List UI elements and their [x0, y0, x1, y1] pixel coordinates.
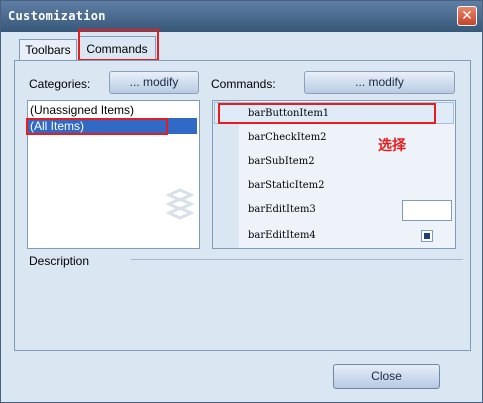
edit-item-checkbox[interactable] — [421, 230, 433, 242]
categories-label: Categories: — [29, 77, 91, 91]
tab-toolbars[interactable]: Toolbars — [19, 39, 77, 61]
description-label: Description — [29, 254, 90, 268]
command-item[interactable]: barSubItem2 — [248, 156, 315, 167]
list-item[interactable]: (Unassigned Items) — [30, 102, 197, 118]
tab-label: Toolbars — [25, 43, 71, 57]
window-close-button[interactable]: ✕ — [457, 6, 477, 26]
command-item[interactable]: barCheckItem2 — [248, 132, 327, 143]
commands-label: Commands: — [211, 77, 276, 91]
watermark-logo-icon — [165, 188, 195, 220]
commands-modify-button[interactable]: ... modify — [304, 71, 455, 94]
command-item[interactable]: barEditItem3 — [248, 204, 316, 215]
close-button[interactable]: Close — [333, 364, 440, 389]
categories-modify-button[interactable]: ... modify — [109, 71, 199, 94]
edit-item-textbox[interactable] — [402, 200, 452, 221]
selection-highlight-box — [26, 118, 168, 135]
categories-list[interactable]: (Unassigned Items) (All Items) — [26, 100, 200, 249]
commands-list[interactable]: barButtonItem1 barCheckItem2 barSubItem2… — [212, 100, 456, 249]
checkbox-mark-icon — [424, 233, 430, 239]
description-divider — [131, 259, 463, 260]
annotation-select-text: 选择 — [378, 138, 406, 154]
customization-window: Customization ✕ Toolbars Commands Catego… — [0, 0, 483, 403]
commands-tab-highlight-box — [78, 29, 159, 61]
command-item[interactable]: barStaticItem2 — [248, 180, 325, 191]
command-item[interactable]: barButtonItem1 — [248, 108, 329, 119]
close-icon: ✕ — [461, 8, 473, 24]
title-bar[interactable]: Customization ✕ — [1, 1, 482, 32]
command-item[interactable]: barEditItem4 — [248, 230, 316, 241]
window-title: Customization — [8, 9, 106, 23]
